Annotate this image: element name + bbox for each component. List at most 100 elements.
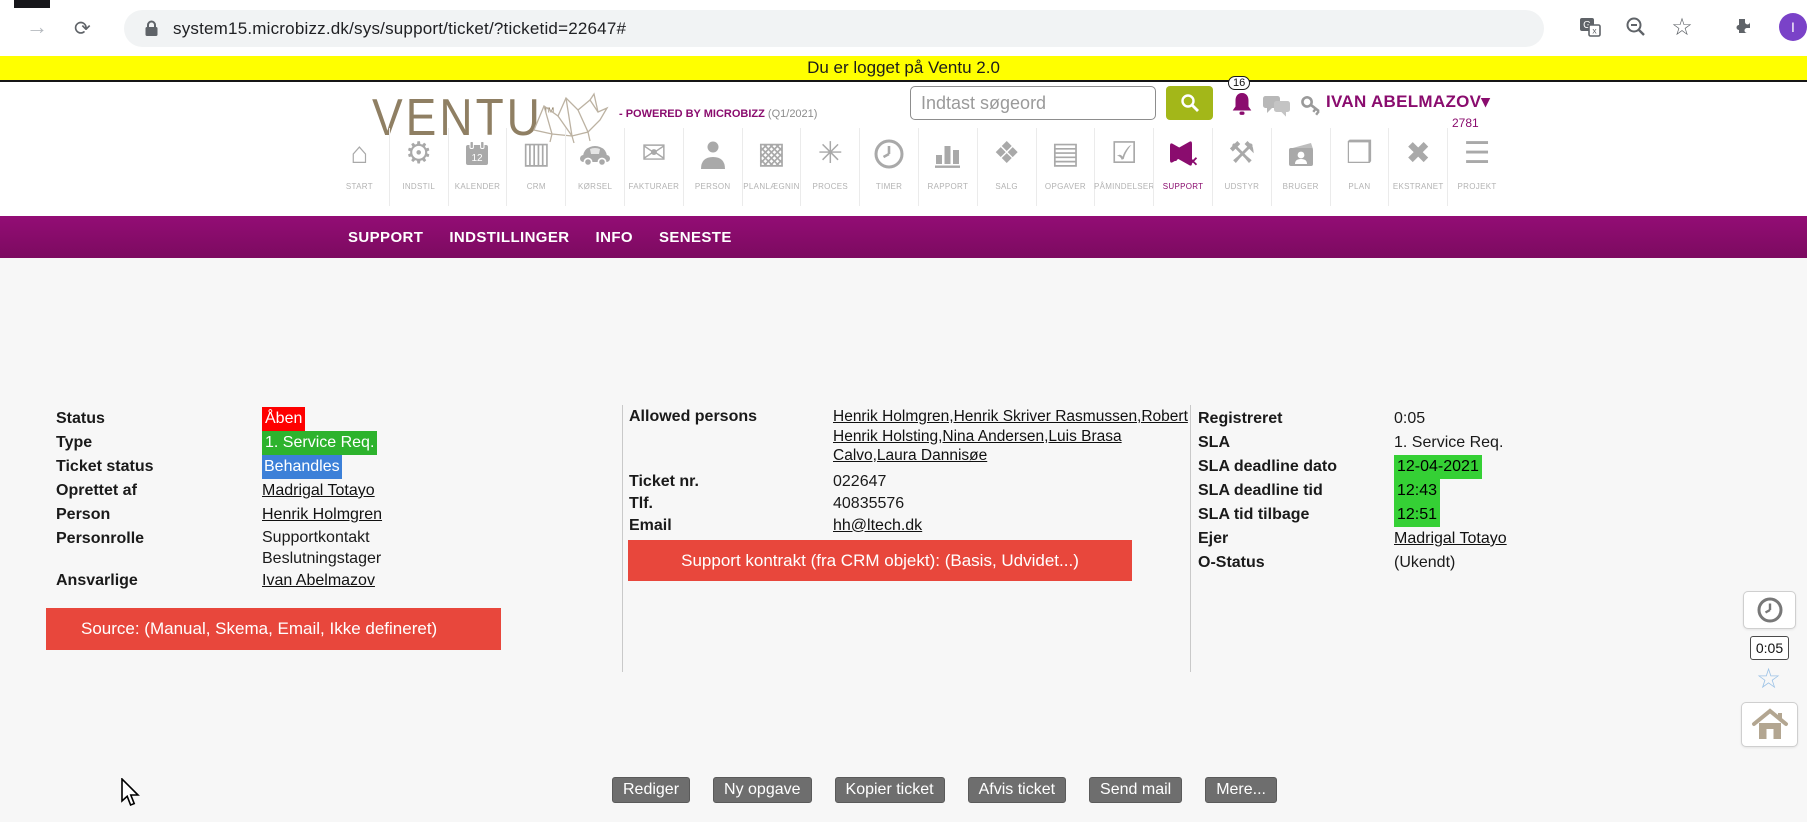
toolbar-label: PERSON [695,182,731,191]
toolbar-item-bruger[interactable]: BRUGER [1271,128,1330,206]
nav-indstillinger[interactable]: INDSTILLINGER [449,229,569,246]
toolbar-item-paamindelser[interactable]: ☑ PÅMINDELSER [1094,128,1153,206]
key-icon[interactable] [1298,92,1324,123]
ticket-status-value: Behandles [262,455,342,479]
toolbar-item-person[interactable]: PERSON [683,128,742,206]
edit-button[interactable]: Rediger [612,777,690,803]
translate-icon[interactable]: Gx [1576,13,1604,41]
more-button[interactable]: Mere... [1205,777,1277,803]
toolbar-label: PLAN [1348,182,1370,191]
toolbar-item-plan[interactable]: ❒ PLAN [1330,128,1389,206]
reject-ticket-button[interactable]: Afvis ticket [968,777,1066,803]
allowed-persons-row: Allowed persons Henrik Holmgren,Henrik S… [629,407,1195,466]
nav-seneste[interactable]: SENESTE [659,229,732,246]
field-label: SLA deadline dato [1198,455,1394,479]
field-label: Type [56,431,262,455]
ticket-status-column: Status Åben Type 1. Service Req. Ticket … [56,407,616,593]
email-link[interactable]: hh@ltech.dk [833,515,922,537]
toolbar-item-fakturaer[interactable]: ✉ FAKTURAER [624,128,683,206]
owner-link[interactable]: Madrigal Totayo [1394,527,1507,551]
notification-count-badge: 16 [1228,76,1250,90]
browser-toolbar: → ⟳ system15.microbizz.dk/sys/support/ti… [0,0,1807,56]
responsible-link[interactable]: Ivan Abelmazov [262,569,375,593]
gear-icon: ⚙ [405,128,432,180]
tools-icon: ⚒ [1228,128,1255,180]
person-role-row: Personrolle Supportkontakt Beslutningsta… [56,527,616,569]
toolbar-item-timer[interactable]: TIMER [859,128,918,206]
type-row: Type 1. Service Req. [56,431,616,455]
toolbar-label: PÅMINDELSER [1094,182,1155,191]
allowed-persons-links[interactable]: Henrik Holmgren,Henrik Skriver Rasmussen… [833,407,1195,466]
toolbar-item-projekt[interactable]: ☰ PROJEKT [1447,128,1506,206]
toolbar-item-ekstranet[interactable]: ✖ EKSTRANET [1388,128,1447,206]
search-icon [1179,92,1201,114]
toolbar-item-rapport[interactable]: RAPPORT [918,128,977,206]
plan-book-icon: ❒ [1346,128,1373,180]
field-label: Allowed persons [629,407,833,427]
field-label: Registreret [1198,407,1394,431]
sla-deadline-time-row: SLA deadline tid 12:43 [1198,479,1758,503]
toolbar-item-korsel[interactable]: KØRSEL [565,128,624,206]
tags-icon: ❖ [993,128,1020,180]
toolbar-label: INDSTIL [402,182,435,191]
favorite-star-icon[interactable]: ☆ [1756,662,1781,695]
extensions-puzzle-icon[interactable] [1728,13,1756,41]
search-button[interactable] [1166,86,1213,120]
created-by-link[interactable]: Madrigal Totayo [262,479,375,503]
person-link[interactable]: Henrik Holmgren [262,503,382,527]
notifications-bell-icon[interactable] [1228,90,1256,123]
url-text: system15.microbizz.dk/sys/support/ticket… [173,19,626,39]
toolbar-item-kalender[interactable]: 12 KALENDER [448,128,507,206]
ticket-status-row: Ticket status Behandles [56,455,616,479]
toolbar-item-support[interactable]: ✕ SUPPORT [1153,128,1212,206]
field-label: Status [56,407,262,431]
toolbar-label: BRUGER [1283,182,1319,191]
ticket-nr-row: Ticket nr. 022647 [629,471,1195,493]
home-shortcut-widget[interactable] [1741,702,1798,747]
toolbar-item-planlaegning[interactable]: ▩ PLANLÆGNIN [742,128,801,206]
browser-reload-icon[interactable]: ⟳ [74,16,91,41]
toolbar-item-opgaver[interactable]: ▤ OPGAVER [1036,128,1095,206]
toolbar-item-indstil[interactable]: ⚙ INDSTIL [389,128,448,206]
owner-row: Ejer Madrigal Totayo [1198,527,1758,551]
field-label: SLA deadline tid [1198,479,1394,503]
copy-ticket-button[interactable]: Kopier ticket [835,777,945,803]
created-by-row: Oprettet af Madrigal Totayo [56,479,616,503]
toolbar-label: FAKTURAER [629,182,680,191]
new-task-button[interactable]: Ny opgave [713,777,812,803]
nav-support[interactable]: SUPPORT [348,229,423,246]
calendar-icon: 12 [462,128,492,180]
toolbar-item-crm[interactable]: ▥ CRM [506,128,565,206]
toolbar-item-start[interactable]: ⌂ START [330,128,389,206]
megaphone-icon: ✕ [1166,128,1200,180]
time-tracking-widget[interactable] [1743,591,1796,629]
address-bar[interactable]: system15.microbizz.dk/sys/support/ticket… [124,10,1544,47]
browser-profile-avatar[interactable]: I [1779,13,1807,41]
sla-value: 1. Service Req. [1394,431,1503,455]
toolbar-item-salg[interactable]: ❖ SALG [977,128,1036,206]
toolbar-item-proces[interactable]: ✳ PROCES [800,128,859,206]
field-label: Ejer [1198,527,1394,551]
bookmark-star-icon[interactable]: ☆ [1668,13,1696,41]
zoom-out-icon[interactable] [1622,13,1650,41]
elapsed-time-box: 0:05 [1750,636,1789,660]
invoice-icon: ✉ [641,128,666,180]
toolbar-label: EKSTRANET [1393,182,1444,191]
binders-icon: ▥ [522,128,550,180]
toolbar-label: PROJEKT [1458,182,1497,191]
user-menu[interactable]: IVAN ABELMAZOV▾ [1326,92,1490,112]
sla-deadline-date-row: SLA deadline dato 12-04-2021 [1198,455,1758,479]
browser-back-icon[interactable]: → [26,14,48,40]
search-input[interactable] [910,86,1156,120]
toolbar-item-udstyr[interactable]: ⚒ UDSTYR [1212,128,1271,206]
section-nav: SUPPORT INDSTILLINGER INFO SENESTE [0,216,1807,258]
timer-clock-icon [1755,595,1785,625]
ticket-nr-value: 022647 [833,471,886,493]
sla-deadline-date-value: 12-04-2021 [1394,455,1482,479]
chat-bubbles-icon[interactable] [1262,94,1292,123]
sla-deadline-time-value: 12:43 [1394,479,1440,503]
project-icon: ☰ [1464,128,1491,180]
send-mail-button[interactable]: Send mail [1089,777,1182,803]
nav-info[interactable]: INFO [596,229,633,246]
sla-time-left-value: 12:51 [1394,503,1440,527]
